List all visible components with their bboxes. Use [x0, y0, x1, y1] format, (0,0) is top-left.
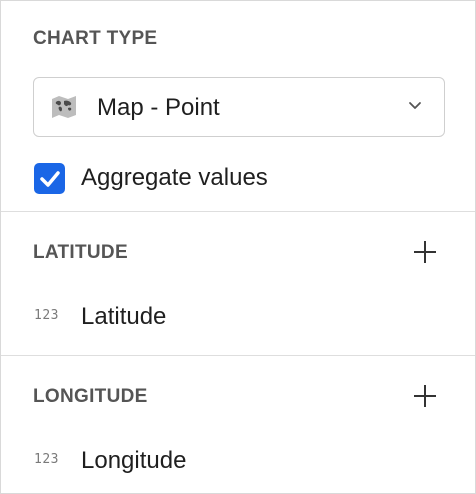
chart-type-value: Map - Point — [97, 94, 220, 121]
longitude-field[interactable]: Longitude — [81, 447, 186, 475]
add-longitude-plus-icon[interactable] — [414, 385, 436, 407]
map-icon — [52, 96, 76, 118]
checkmark-icon — [39, 170, 60, 187]
chart-config-panel: CHART TYPE Map - Point Aggregate values … — [0, 0, 476, 494]
chart-type-heading: CHART TYPE — [33, 28, 158, 49]
number-type-badge: 123 — [34, 452, 59, 467]
aggregate-values-label[interactable]: Aggregate values — [81, 164, 268, 192]
latitude-field[interactable]: Latitude — [81, 303, 166, 331]
section-divider — [1, 355, 475, 356]
section-divider — [1, 211, 475, 212]
add-latitude-plus-icon[interactable] — [414, 241, 436, 263]
chart-type-select[interactable]: Map - Point — [33, 77, 445, 137]
aggregate-values-checkbox[interactable] — [34, 163, 65, 194]
chevron-down-icon — [409, 102, 421, 109]
longitude-heading: LONGITUDE — [33, 386, 148, 407]
number-type-badge: 123 — [34, 308, 59, 323]
latitude-heading: LATITUDE — [33, 242, 128, 263]
